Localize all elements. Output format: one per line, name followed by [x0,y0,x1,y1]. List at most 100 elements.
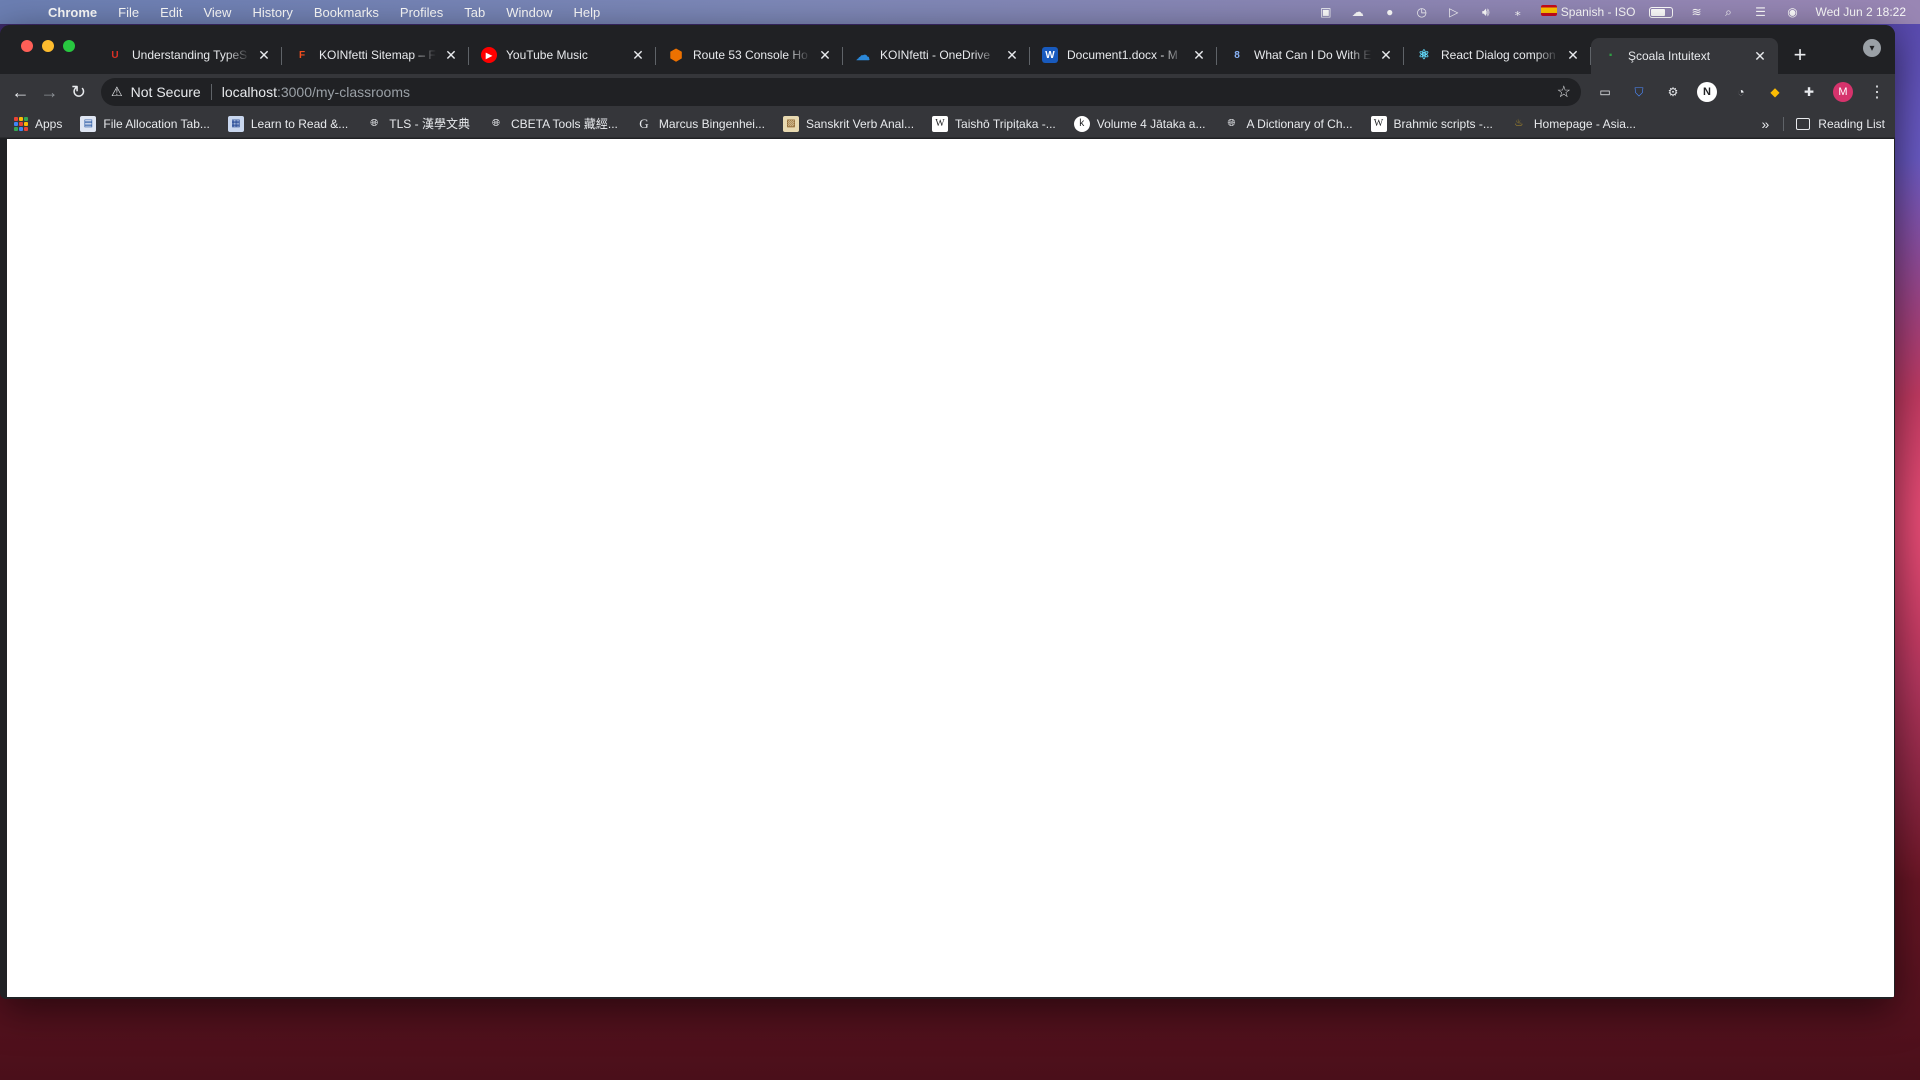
tab-title: Understanding TypeS [132,48,248,62]
react-icon: ⚛ [1418,47,1430,62]
aws-route53-icon: ⬢ [669,47,683,64]
gear-extension-icon[interactable]: ⚙ [1663,82,1683,102]
menu-history[interactable]: History [252,5,292,20]
figma-icon: F [298,49,306,61]
tab-close-icon[interactable]: ✕ [817,47,833,63]
tab-close-icon[interactable]: ✕ [256,47,272,63]
page-content-blank[interactable] [7,139,1894,997]
address-bar[interactable]: ⚠ Not Secure localhost:3000/my-classroom… [101,78,1581,106]
profile-avatar[interactable]: M [1833,82,1853,102]
spotlight-search-icon[interactable]: ⌕ [1719,5,1737,19]
bookmark-homepage-asia[interactable]: ♨ Homepage - Asia... [1511,116,1636,132]
bookmark-marcus-bingenheimer[interactable]: G Marcus Bingenhei... [636,116,765,132]
input-source[interactable]: Spanish - ISO [1540,5,1636,19]
bookmark-label: TLS - 漢學文典 [389,117,470,131]
forward-button[interactable]: → [37,78,62,106]
menu-edit[interactable]: Edit [160,5,182,20]
bookmark-label: CBETA Tools 藏經... [510,117,618,131]
siri-icon[interactable]: ◉ [1783,5,1801,19]
reading-list-label: Reading List [1818,116,1885,131]
tab-route53-console[interactable]: ⬢ Route 53 Console Ho ✕ [656,38,843,72]
new-tab-button[interactable]: + [1786,41,1814,69]
bookmark-taisho-tripitaka[interactable]: W Taishō Tripiṭaka -... [932,115,1056,132]
window-controls [21,40,75,52]
menu-window[interactable]: Window [506,5,552,20]
menu-profiles[interactable]: Profiles [400,5,443,20]
input-source-label: Spanish - ISO [1560,5,1636,19]
security-indicator[interactable]: ⚠ Not Secure [111,84,201,100]
tab-what-can-i-do[interactable]: 8 What Can I Do With E ✕ [1217,38,1404,72]
play-icon[interactable]: ▷ [1445,5,1463,19]
tab-title: Route 53 Console Ho [693,48,808,62]
bookmark-sanskrit-verb[interactable]: ▨ Sanskrit Verb Anal... [782,115,914,132]
tab-close-icon[interactable]: ✕ [1378,47,1394,63]
bookmark-apps[interactable]: Apps [14,116,63,131]
minimize-window-button[interactable] [42,40,54,52]
bookmark-learn-to-read[interactable]: ▦ Learn to Read &... [227,115,349,132]
control-center-icon[interactable]: ☰ [1751,5,1769,19]
bookmark-tls[interactable]: 🌐︎ TLS - 漢學文典 [366,115,470,132]
tab-close-icon[interactable]: ✕ [1004,47,1020,63]
cast-screen-icon[interactable]: ▭ [1595,82,1615,102]
close-window-button[interactable] [21,40,33,52]
menu-help[interactable]: Help [574,5,601,20]
tab-close-icon[interactable]: ✕ [443,47,459,63]
tab-document1-docx[interactable]: W Document1.docx - M ✕ [1030,38,1217,72]
maximize-window-button[interactable] [63,40,75,52]
menu-app-chrome[interactable]: Chrome [48,5,97,20]
wikipedia-icon: W [1370,115,1387,132]
bitwarden-shield-icon[interactable]: ⛉ [1629,82,1649,102]
grammar-extension-icon[interactable]: ◔ [1731,82,1751,102]
url-text[interactable]: localhost:3000/my-classrooms [222,84,410,100]
wikipedia-icon: W [932,115,949,132]
bluetooth-icon[interactable]: ⁎ [1509,5,1527,19]
tab-understanding-typescript[interactable]: U Understanding TypeS ✕ [95,38,282,72]
doc-image-icon: ▤ [80,115,97,132]
time-machine-icon[interactable]: ◷ [1413,5,1431,19]
tab-koinfetti-onedrive[interactable]: ☁ KOINfetti - OneDrive ✕ [843,38,1030,72]
apple-menu-icon[interactable] [14,4,30,20]
bookmark-label: Apps [35,116,63,131]
volume-icon[interactable]: 🔊︎ [1477,5,1495,19]
reading-list-icon [1796,117,1811,130]
user-badge-icon[interactable]: ● [1381,5,1399,19]
bookmark-volume-4-jataka[interactable]: k Volume 4 Jātaka a... [1073,115,1205,132]
menu-tab[interactable]: Tab [464,5,485,20]
bookmark-file-allocation[interactable]: ▤ File Allocation Tab... [80,115,210,132]
url-host: localhost [221,84,277,100]
wifi-icon[interactable]: ≋ [1687,5,1705,19]
screen-record-icon[interactable]: ▣ [1317,5,1335,19]
tab-search-chevron-icon[interactable]: ▾ [1863,39,1881,57]
extensions-puzzle-icon[interactable]: ✚ [1799,82,1819,102]
bookmark-label: Learn to Read &... [250,116,349,131]
reading-list-button[interactable]: Reading List [1783,116,1885,131]
tab-youtube-music[interactable]: ▶ YouTube Music ✕ [469,38,656,72]
bookmark-star-icon[interactable]: ☆ [1557,82,1571,102]
battery-icon[interactable] [1649,6,1674,18]
tab-close-icon[interactable]: ✕ [1752,48,1768,64]
tab-title: Şcoala Intuitext [1628,49,1711,63]
tab-close-icon[interactable]: ✕ [1565,47,1581,63]
notion-extension-icon[interactable]: N [1697,82,1717,102]
back-button[interactable]: ← [8,78,33,106]
menu-view[interactable]: View [203,5,231,20]
cloud-icon[interactable]: ☁ [1349,5,1367,19]
tab-koinfetti-sitemap[interactable]: F KOINfetti Sitemap – F ✕ [282,38,469,72]
bookmark-dictionary[interactable]: 🌐︎ A Dictionary of Ch... [1223,116,1352,132]
tab-scoala-intuitext[interactable]: · Şcoala Intuitext ✕ [1591,38,1778,74]
tab-title: Document1.docx - M [1067,48,1178,62]
word-icon: W [1042,47,1058,63]
bookmark-brahmic-scripts[interactable]: W Brahmic scripts -... [1370,115,1493,132]
chrome-menu-icon[interactable]: ⋮ [1867,82,1887,102]
color-picker-icon[interactable]: ◆ [1765,82,1785,102]
bookmark-cbeta-tools[interactable]: 🌐︎ CBETA Tools 藏經... [488,115,618,132]
reload-button[interactable]: ↻ [66,78,91,106]
tab-react-dialog[interactable]: ⚛ React Dialog compon ✕ [1404,38,1591,72]
menu-file[interactable]: File [118,5,139,20]
bookmarks-overflow-button[interactable]: » [1761,116,1769,132]
tab-close-icon[interactable]: ✕ [1191,47,1207,63]
extensions-area: ▭ ⛉ ⚙ N ◔ ◆ ✚ M ⋮ [1595,82,1887,102]
menu-bookmarks[interactable]: Bookmarks [314,5,379,20]
menubar-clock[interactable]: Wed Jun 2 18:22 [1815,5,1906,19]
tab-close-icon[interactable]: ✕ [630,47,646,63]
